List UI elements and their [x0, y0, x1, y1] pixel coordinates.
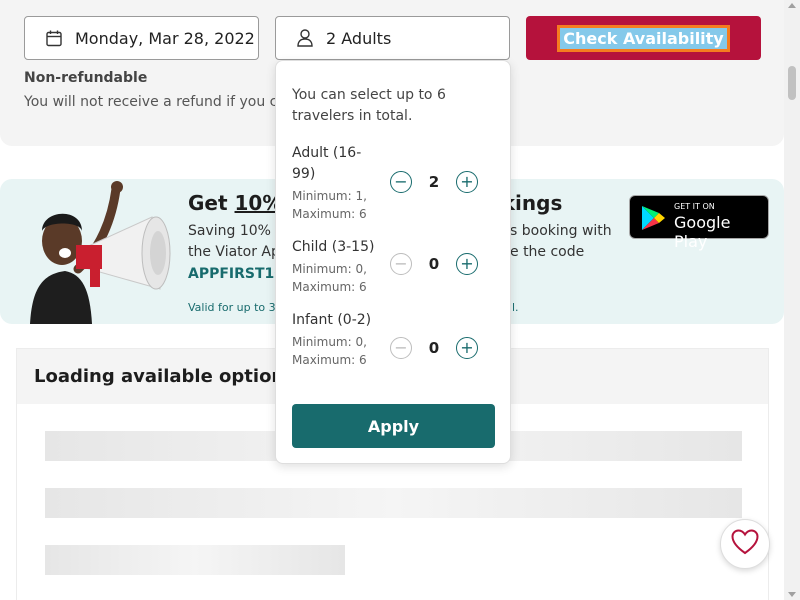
scroll-down-icon[interactable] — [788, 592, 796, 597]
traveler-minmax: Minimum: 1, Maximum: 6 — [292, 189, 367, 221]
promo-fine-print: Valid for up to 3 b — [188, 301, 287, 314]
traveler-row-infant: Infant (0-2) Minimum: 0, Maximum: 6 − 0 … — [292, 310, 497, 369]
traveler-label: Child (3-15) — [292, 239, 375, 255]
google-play-icon — [640, 205, 666, 235]
promo-line-2-end: e the code — [510, 244, 585, 260]
promo-fine-print-end: l. — [512, 301, 519, 314]
traveler-row-child: Child (3-15) Minimum: 0, Maximum: 6 − 0 … — [292, 237, 497, 296]
check-availability-button[interactable]: Check Availability — [526, 16, 761, 60]
date-value: Monday, Mar 28, 2022 — [75, 28, 255, 48]
promo-line-1-end: s booking with — [510, 223, 612, 239]
promo-title: Get 10% — [188, 191, 283, 215]
minus-circle-icon[interactable]: − — [390, 253, 412, 275]
traveler-label: Infant (0-2) — [292, 312, 372, 328]
google-play-big-text: Google Play — [674, 213, 731, 251]
plus-circle-icon[interactable]: + — [456, 171, 478, 193]
page-scrollbar[interactable] — [784, 0, 800, 600]
apply-button[interactable]: Apply — [292, 404, 495, 448]
date-picker-field[interactable]: Monday, Mar 28, 2022 — [24, 16, 259, 60]
travelers-popover: You can select up to 6 travelers in tota… — [275, 60, 511, 464]
nonrefundable-title: Non-refundable — [24, 70, 148, 86]
scroll-up-icon[interactable] — [788, 3, 796, 8]
minus-circle-icon[interactable]: − — [390, 171, 412, 193]
travelers-value: 2 Adults — [326, 28, 392, 48]
minus-circle-icon[interactable]: − — [390, 337, 412, 359]
skeleton-bar — [45, 488, 742, 518]
skeleton-bar — [45, 545, 345, 575]
plus-circle-icon[interactable]: + — [456, 253, 478, 275]
stepper-value: 0 — [428, 339, 440, 357]
traveler-minmax: Minimum: 0, Maximum: 6 — [292, 335, 367, 367]
plus-circle-icon[interactable]: + — [456, 337, 478, 359]
traveler-label: Adult (16-99) — [292, 145, 362, 182]
promo-code: APPFIRST10 — [188, 266, 285, 282]
calendar-icon — [45, 29, 63, 47]
stepper-value: 2 — [428, 173, 440, 191]
heart-icon — [731, 529, 759, 559]
nonrefundable-text: You will not receive a refund if you c — [24, 94, 278, 110]
google-play-small-text: GET IT ON — [674, 202, 715, 211]
travelers-intro: You can select up to 6 travelers in tota… — [292, 87, 446, 124]
traveler-row-adult: Adult (16-99) Minimum: 1, Maximum: 6 − 2… — [292, 143, 497, 223]
google-play-badge[interactable]: GET IT ON Google Play — [629, 195, 769, 251]
wishlist-button[interactable] — [720, 519, 770, 569]
travelers-field[interactable]: 2 Adults — [275, 16, 510, 60]
check-availability-label: Check Availability — [557, 24, 730, 52]
infant-stepper: − 0 + — [390, 337, 478, 359]
promo-line-2: the Viator Ap — [188, 244, 280, 260]
promo-line-1: Saving 10% o — [188, 223, 284, 239]
megaphone-person-illustration — [20, 179, 180, 324]
child-stepper: − 0 + — [390, 253, 478, 275]
person-icon — [296, 29, 314, 47]
scrollbar-thumb[interactable] — [788, 66, 796, 100]
stepper-value: 0 — [428, 255, 440, 273]
traveler-minmax: Minimum: 0, Maximum: 6 — [292, 262, 367, 294]
adult-stepper: − 2 + — [390, 171, 478, 193]
